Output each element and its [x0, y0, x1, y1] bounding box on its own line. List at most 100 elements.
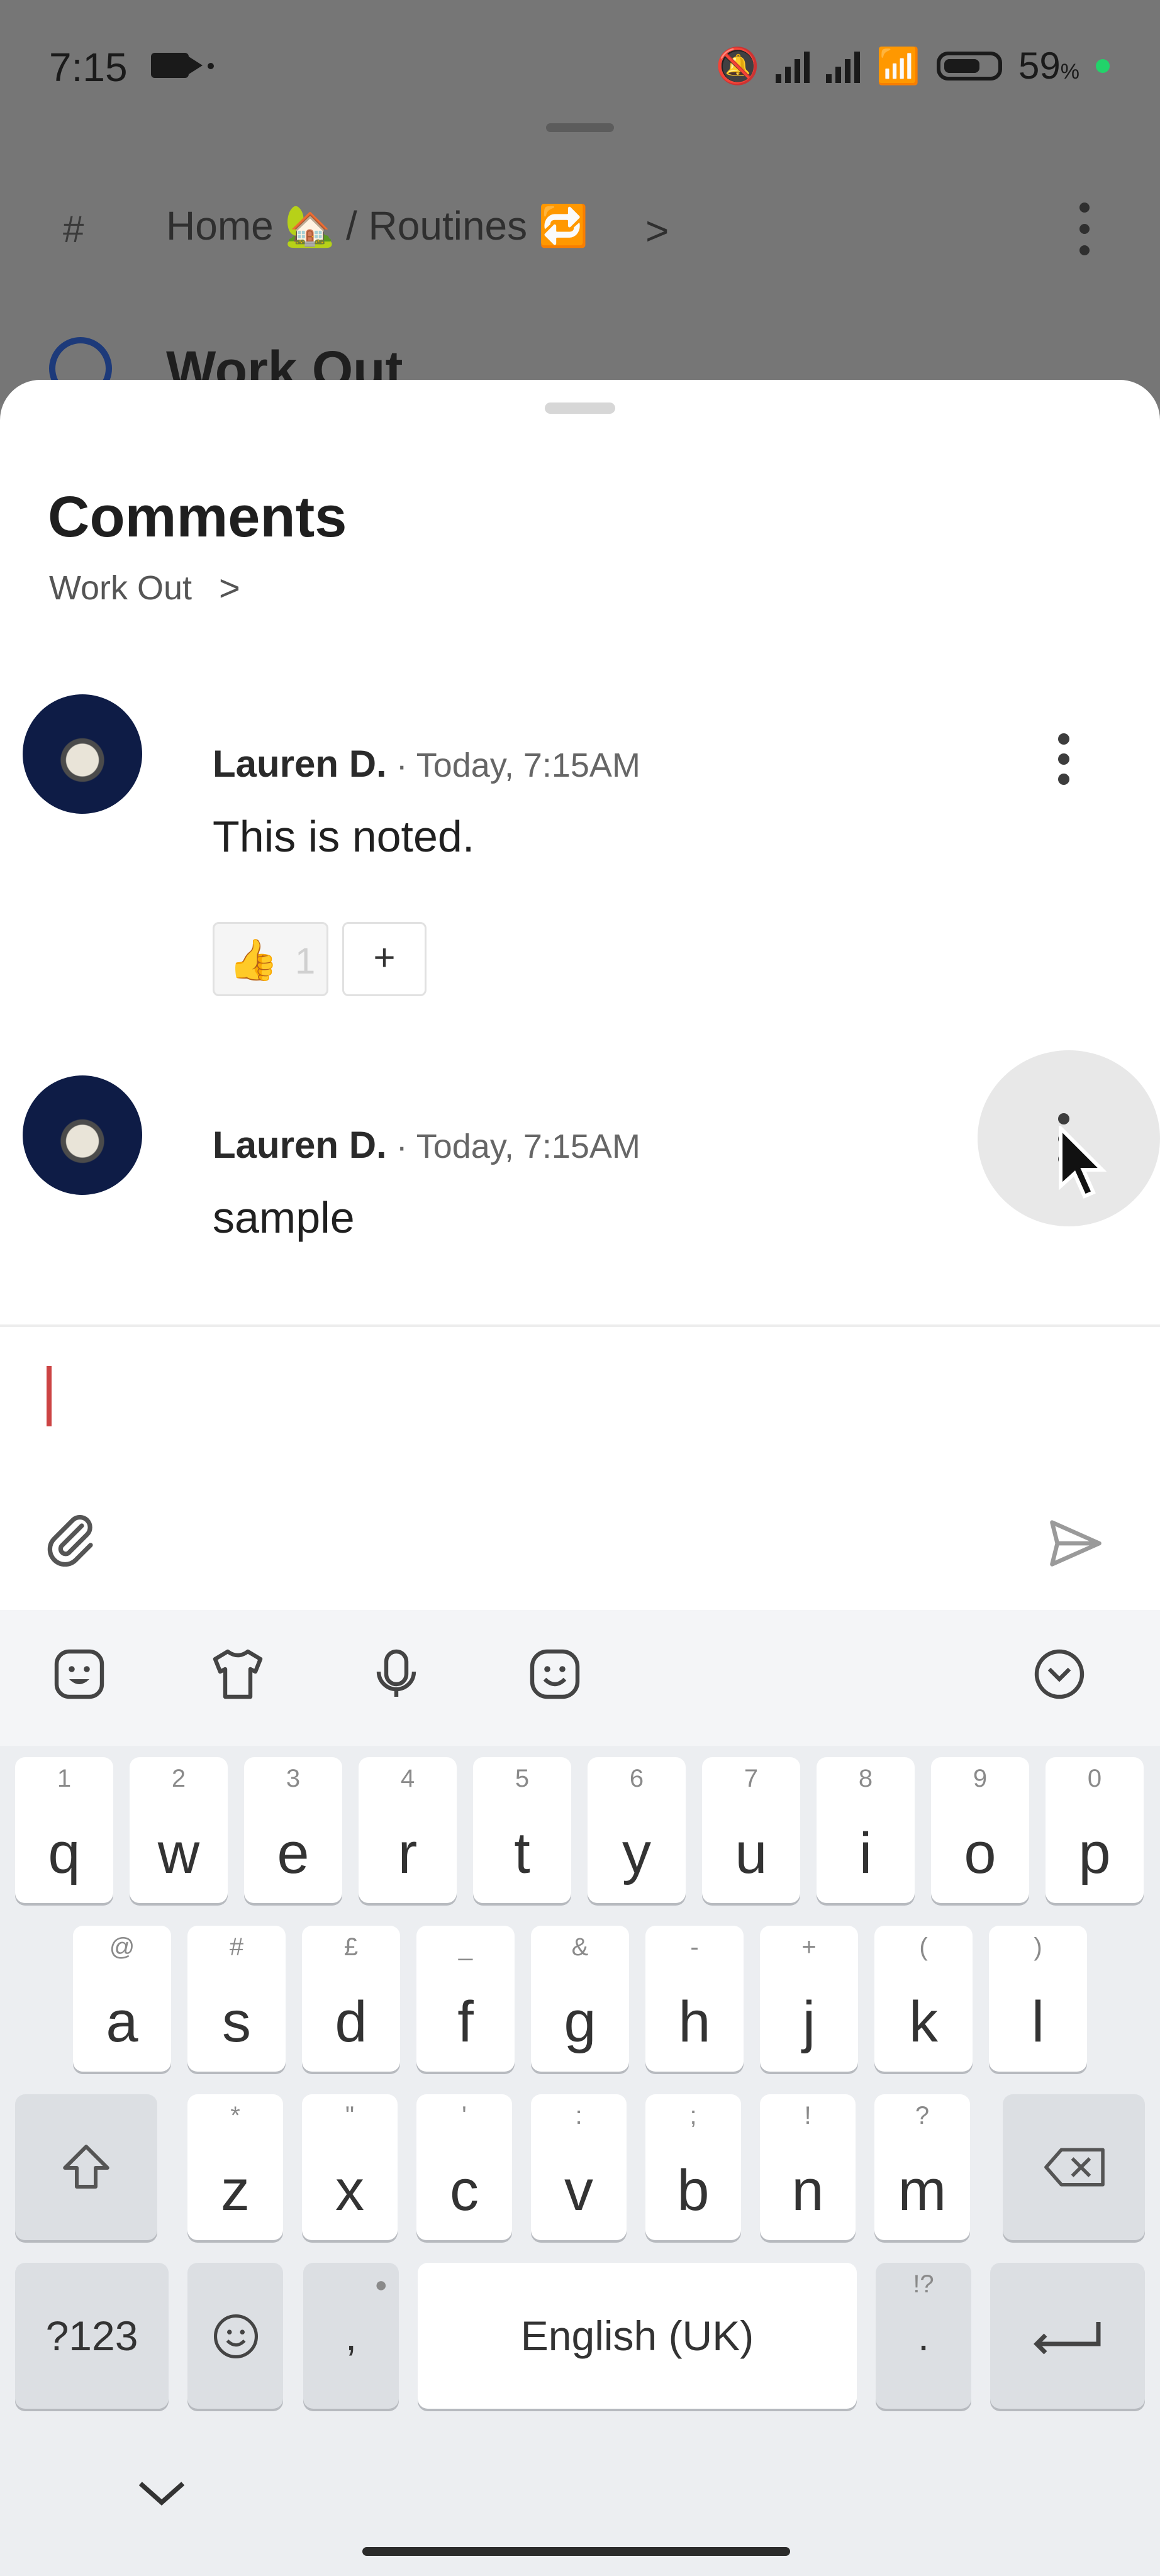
key-hint: !: [804, 2102, 811, 2129]
background-grabber: [546, 123, 614, 132]
symbols-key[interactable]: ?123: [15, 2263, 169, 2409]
key-hint: &: [571, 1933, 589, 1961]
key-letter: s: [222, 1990, 251, 2054]
key-letter: k: [909, 1990, 938, 2054]
send-icon[interactable]: [1044, 1512, 1107, 1575]
key-i[interactable]: 8i: [817, 1757, 915, 1903]
key-letter: h: [678, 1990, 711, 2054]
period-label: .: [917, 2312, 930, 2359]
key-f[interactable]: _ f: [416, 1926, 515, 2072]
key-letter: d: [335, 1990, 367, 2054]
key-letter: q: [48, 1821, 81, 1885]
mic-hint-icon: ●: [374, 2273, 388, 2297]
avatar[interactable]: [23, 1075, 142, 1195]
key-q[interactable]: 1q: [15, 1757, 113, 1903]
key-letter: j: [802, 1990, 816, 2054]
key-z[interactable]: * z: [187, 2094, 283, 2240]
key-j[interactable]: + j: [760, 1926, 858, 2072]
enter-key[interactable]: [990, 2263, 1145, 2409]
comment-header: Lauren D. · Today, 7:15AM: [213, 1123, 640, 1167]
key-letter: p: [1078, 1821, 1111, 1885]
key-g[interactable]: & g: [531, 1926, 629, 2072]
key-c[interactable]: ' c: [416, 2094, 512, 2240]
emoji-face-icon[interactable]: [525, 1644, 585, 1704]
comment-menu-icon[interactable]: [1058, 733, 1069, 794]
status-time: 7:15: [49, 45, 128, 90]
key-v[interactable]: :v: [531, 2094, 627, 2240]
signal-icon: [826, 49, 861, 83]
key-letter: x: [335, 2158, 364, 2223]
key-hint: @: [109, 1933, 135, 1961]
sticker-icon[interactable]: [49, 1644, 109, 1704]
key-letter: a: [106, 1990, 138, 2054]
key-letter: t: [514, 1821, 530, 1885]
breadcrumb-chevron-icon: >: [645, 208, 669, 253]
key-hint: ': [462, 2102, 467, 2129]
key-hint: £: [343, 1933, 359, 1961]
mouse-pointer-icon: [1059, 1126, 1107, 1199]
more-options-icon: [1079, 203, 1090, 267]
key-hint: _: [458, 1933, 473, 1961]
emoji-key[interactable]: [187, 2263, 283, 2409]
key-hint: 3: [286, 1765, 301, 1792]
comment-time: · Today, 7:15AM: [386, 747, 640, 784]
key-hint: :: [575, 2102, 583, 2129]
key-hint: 8: [858, 1765, 873, 1792]
shift-key[interactable]: [15, 2094, 157, 2240]
sheet-drag-handle[interactable]: [545, 402, 615, 414]
key-b[interactable]: ; b: [645, 2094, 741, 2240]
key-a[interactable]: @ a: [73, 1926, 171, 2072]
key-e[interactable]: 3e: [244, 1757, 342, 1903]
key-r[interactable]: 4r: [359, 1757, 457, 1903]
composer-divider: [0, 1324, 1160, 1327]
key-hint: ?: [915, 2102, 930, 2129]
key-o[interactable]: 9o: [931, 1757, 1029, 1903]
sheet-title: Comments: [48, 485, 347, 549]
comma-key[interactable]: , ●: [303, 2263, 399, 2409]
key-letter: n: [791, 2158, 824, 2223]
privacy-dot-icon: [1096, 58, 1110, 73]
avatar[interactable]: [23, 694, 142, 814]
key-d[interactable]: £ d: [302, 1926, 400, 2072]
reaction-count: 1: [295, 941, 316, 982]
video-icon: [151, 53, 203, 78]
key-u[interactable]: 7u: [702, 1757, 800, 1903]
key-k[interactable]: (k: [874, 1926, 973, 2072]
key-letter: i: [859, 1821, 873, 1885]
key-t[interactable]: 5t: [473, 1757, 571, 1903]
key-h[interactable]: -h: [645, 1926, 744, 2072]
comment-time: · Today, 7:15AM: [386, 1128, 640, 1165]
microphone-icon[interactable]: [366, 1644, 427, 1704]
key-x[interactable]: " x: [302, 2094, 398, 2240]
wifi-icon: 📶: [876, 45, 921, 86]
key-l[interactable]: ) l: [989, 1926, 1087, 2072]
key-hint: 9: [973, 1765, 988, 1792]
task-link[interactable]: Work Out: [49, 569, 192, 608]
key-hint: 2: [171, 1765, 186, 1792]
key-y[interactable]: 6y: [588, 1757, 686, 1903]
period-key[interactable]: !? .: [876, 2263, 971, 2409]
key-n[interactable]: ! n: [760, 2094, 856, 2240]
battery-percent: 59%: [1018, 45, 1079, 87]
backspace-key[interactable]: [1003, 2094, 1145, 2240]
key-letter: v: [564, 2158, 593, 2223]
chevron-right-icon[interactable]: >: [219, 567, 240, 609]
space-key[interactable]: English (UK): [418, 2263, 857, 2409]
enter-icon: [1034, 2322, 1101, 2355]
key-p[interactable]: 0p: [1046, 1757, 1144, 1903]
comment-input[interactable]: [47, 1366, 52, 1426]
hide-keyboard-chevron-icon[interactable]: [133, 2475, 190, 2511]
paperclip-icon[interactable]: [40, 1509, 101, 1570]
home-indicator[interactable]: [362, 2547, 790, 2556]
reaction-thumbs-up[interactable]: 👍 1: [213, 922, 328, 996]
key-m[interactable]: ? m: [874, 2094, 970, 2240]
key-s[interactable]: # s: [187, 1926, 286, 2072]
comment-header: Lauren D. · Today, 7:15AM: [213, 742, 640, 786]
status-bar: 7:15 🔕 📶 59%: [0, 0, 1160, 132]
collapse-keyboard-icon[interactable]: [1029, 1644, 1090, 1704]
theme-shirt-icon[interactable]: [208, 1644, 268, 1704]
symbols-key-label: ?123: [45, 2312, 138, 2359]
add-reaction-button[interactable]: +: [342, 922, 427, 996]
key-letter: o: [964, 1821, 996, 1885]
key-w[interactable]: 2w: [130, 1757, 228, 1903]
